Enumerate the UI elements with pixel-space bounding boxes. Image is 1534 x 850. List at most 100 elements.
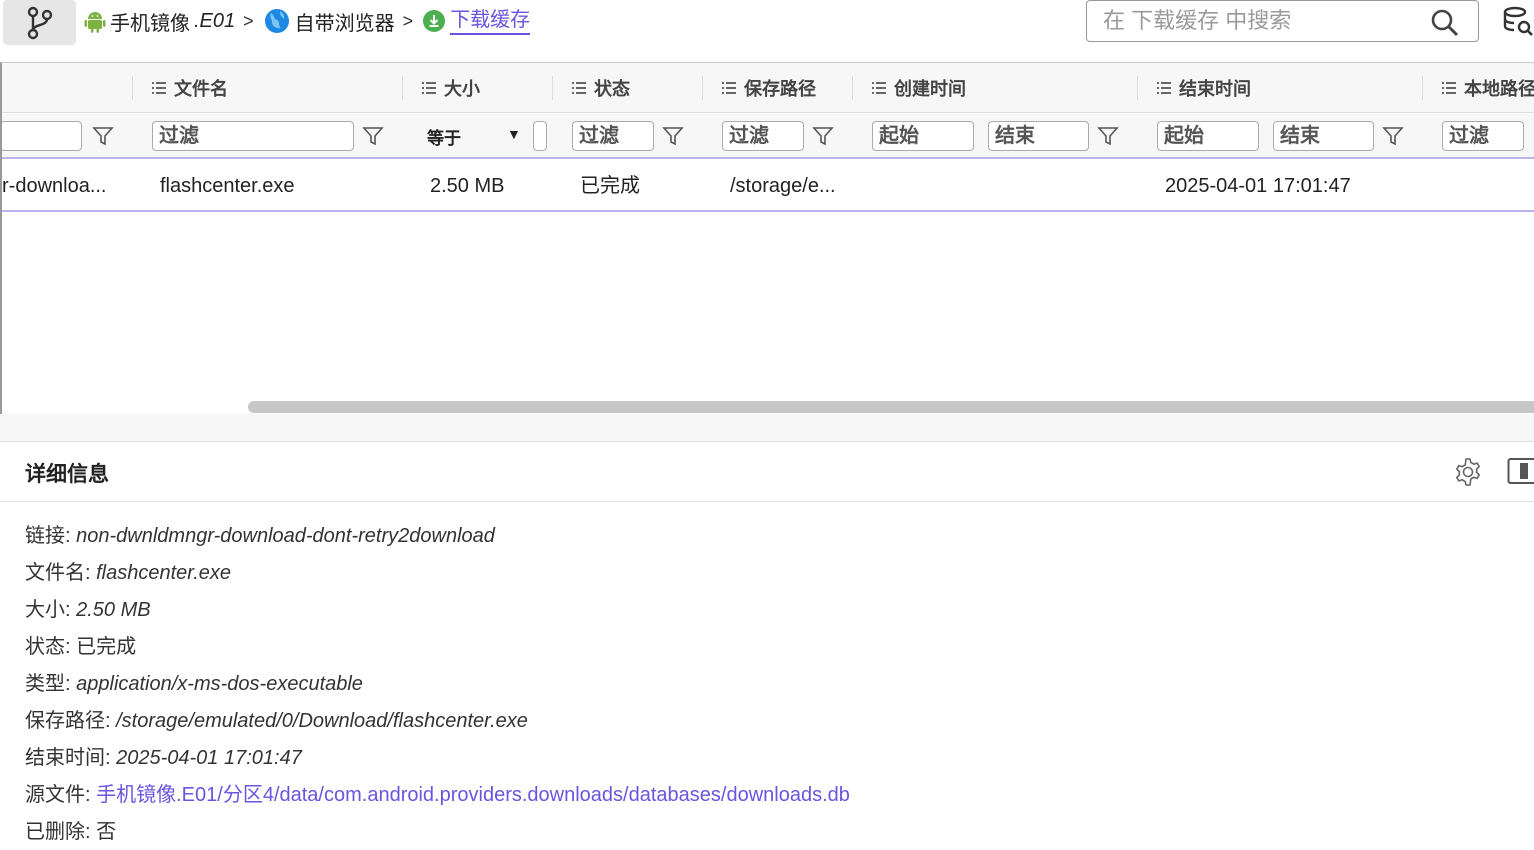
detail-value: 否	[96, 821, 117, 843]
detail-key: 文件名:	[25, 562, 91, 584]
search-input[interactable]	[1103, 8, 1423, 34]
detail-value: 2025-04-01 17:01:47	[116, 747, 302, 769]
column-header-size[interactable]: 大小	[402, 63, 552, 113]
database-search-icon[interactable]	[1502, 6, 1534, 38]
list-icon	[872, 82, 886, 94]
column-label: 结束时间	[1179, 79, 1251, 99]
cell-filename: flashcenter.exe	[160, 175, 295, 197]
column-header-local-path[interactable]: 本地路径	[1422, 63, 1534, 113]
detail-key: 保存路径:	[25, 710, 111, 732]
detail-key: 已删除:	[25, 821, 91, 843]
funnel-icon[interactable]	[362, 125, 384, 147]
breadcrumb-item-browser[interactable]: 自带浏览器	[263, 7, 395, 36]
details-title: 详细信息	[25, 463, 109, 486]
created-end-input[interactable]: 结束	[988, 121, 1089, 151]
details-header: 详细信息	[0, 442, 1534, 502]
cell-save-path: /storage/e...	[730, 175, 836, 197]
cell-size: 2.50 MB	[430, 175, 505, 197]
funnel-icon[interactable]	[1097, 125, 1119, 147]
detail-row-filename: 文件名: flashcenter.exe	[25, 556, 231, 585]
detail-key: 源文件:	[25, 784, 91, 806]
ended-start-input[interactable]: 起始	[1157, 121, 1259, 151]
branch-icon	[27, 6, 52, 39]
detail-row-source-file: 源文件: 手机镜像.E01/分区4/data/com.android.provi…	[25, 778, 850, 807]
created-start-input[interactable]: 起始	[872, 121, 974, 151]
detail-value: application/x-ms-dos-executable	[76, 673, 363, 695]
column-label: 状态	[594, 79, 630, 99]
list-icon	[722, 82, 736, 94]
column-label: 创建时间	[894, 79, 966, 99]
column-label: 大小	[444, 79, 480, 99]
splitter[interactable]	[0, 414, 1534, 441]
size-operator-select[interactable]: 等于	[427, 124, 461, 149]
column-header-save-path[interactable]: 保存路径	[702, 63, 852, 113]
filter-row: 过滤 等于 ▼ 过滤 过滤 起始 结束 起始 结束 过滤	[2, 114, 1534, 159]
detail-row-ended: 结束时间: 2025-04-01 17:01:47	[25, 741, 302, 770]
column-label: 本地路径	[1464, 79, 1534, 99]
save-path-filter-input[interactable]: 过滤	[722, 121, 804, 151]
detail-row-deleted: 已删除: 否	[25, 815, 116, 844]
column-header-status[interactable]: 状态	[552, 63, 702, 113]
detail-key: 状态:	[25, 636, 71, 658]
column-label: 文件名	[174, 79, 228, 99]
detail-value: flashcenter.exe	[96, 562, 232, 584]
list-icon	[152, 82, 166, 94]
branch-button[interactable]	[3, 0, 76, 45]
local-path-filter-input[interactable]: 过滤	[1442, 121, 1524, 151]
url-filter-input[interactable]	[2, 121, 82, 151]
list-icon	[1157, 82, 1171, 94]
column-label: 保存路径	[744, 79, 816, 99]
details-panel: 详细信息 链接: non-dwnldmngr-download-dont-ret…	[0, 441, 1534, 850]
source-file-link[interactable]: 手机镜像.E01/分区4/data/com.android.providers.…	[96, 784, 850, 806]
funnel-icon[interactable]	[92, 125, 114, 147]
table-row[interactable]: r-downloa... flashcenter.exe 2.50 MB 已完成…	[2, 161, 1534, 212]
table-header: 文件名 大小 状态 保存路径 创建时间 结束时间 本地路径	[2, 63, 1534, 113]
breadcrumb-suffix: .E01	[194, 9, 236, 32]
breadcrumb-separator: >	[402, 10, 414, 31]
detail-value: /storage/emulated/0/Download/flashcenter…	[116, 710, 528, 732]
detail-value: 2.50 MB	[76, 599, 151, 621]
breadcrumb-label: 手机镜像	[110, 12, 190, 35]
detail-key: 结束时间:	[25, 747, 111, 769]
status-filter-input[interactable]: 过滤	[572, 121, 654, 151]
column-header-ended[interactable]: 结束时间	[1137, 63, 1422, 113]
cell-url: r-downloa...	[2, 175, 107, 197]
downloads-table: 文件名 大小 状态 保存路径 创建时间 结束时间 本地路径 过滤 等于 ▼ 过滤…	[0, 62, 1534, 414]
detail-key: 类型:	[25, 673, 71, 695]
breadcrumb-label: 下载缓存	[450, 7, 531, 35]
list-icon	[422, 82, 436, 94]
detail-value: 已完成	[76, 636, 137, 658]
horizontal-scrollbar[interactable]	[248, 401, 1534, 413]
globe-icon	[264, 9, 289, 33]
breadcrumb-item-image[interactable]: 手机镜像 .E01	[84, 7, 235, 36]
funnel-icon[interactable]	[662, 125, 684, 147]
ended-end-input[interactable]: 结束	[1273, 121, 1374, 151]
funnel-icon[interactable]	[1382, 125, 1404, 147]
gear-icon[interactable]	[1453, 457, 1483, 487]
column-header-filename[interactable]: 文件名	[132, 63, 402, 113]
detail-row-size: 大小: 2.50 MB	[25, 593, 151, 622]
search-icon[interactable]	[1430, 8, 1460, 38]
android-icon	[84, 12, 106, 33]
panel-toggle-icon[interactable]	[1507, 457, 1534, 485]
breadcrumb-item-download-cache[interactable]: 下载缓存	[422, 7, 531, 35]
detail-key: 链接:	[25, 525, 71, 547]
detail-row-status: 状态: 已完成	[25, 630, 136, 659]
detail-key: 大小:	[25, 599, 71, 621]
funnel-icon[interactable]	[812, 125, 834, 147]
list-icon	[572, 82, 586, 94]
chevron-down-icon[interactable]: ▼	[507, 126, 521, 142]
detail-value: non-dwnldmngr-download-dont-retry2downlo…	[76, 525, 495, 547]
breadcrumb: 手机镜像 .E01 > 自带浏览器 > 下载缓存	[84, 4, 531, 38]
download-icon	[423, 10, 446, 32]
cell-status: 已完成	[580, 175, 640, 197]
detail-row-type: 类型: application/x-ms-dos-executable	[25, 667, 363, 696]
top-bar: 手机镜像 .E01 > 自带浏览器 > 下载缓存	[0, 0, 1534, 48]
detail-row-save-path: 保存路径: /storage/emulated/0/Download/flash…	[25, 704, 528, 733]
detail-row-url: 链接: non-dwnldmngr-download-dont-retry2do…	[25, 519, 495, 548]
breadcrumb-label: 自带浏览器	[294, 12, 395, 35]
column-header-created[interactable]: 创建时间	[852, 63, 1137, 113]
filename-filter-input[interactable]: 过滤	[152, 121, 354, 151]
list-icon	[1442, 82, 1456, 94]
size-filter-input[interactable]	[533, 121, 547, 151]
